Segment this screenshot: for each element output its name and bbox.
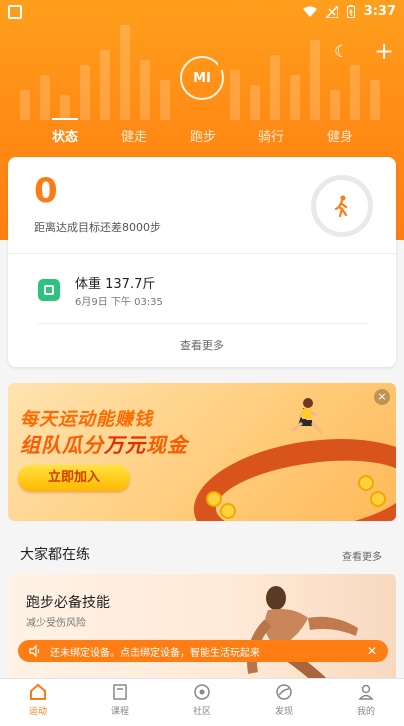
nav-sport[interactable]: 运动 bbox=[8, 683, 68, 717]
tab-walk[interactable]: 健走 bbox=[121, 126, 147, 145]
divider bbox=[38, 323, 368, 324]
course-icon bbox=[113, 684, 127, 700]
nav-discover[interactable]: 发现 bbox=[254, 683, 314, 717]
walking-icon bbox=[334, 195, 348, 217]
speaker-icon bbox=[29, 644, 40, 658]
signal-icon bbox=[325, 5, 338, 18]
join-now-button[interactable]: 立即加入 bbox=[18, 465, 130, 491]
divider bbox=[8, 253, 396, 254]
bind-device-toast[interactable]: 还未绑定设备。点击绑定设备，智能生活玩起来 ✕ bbox=[18, 640, 388, 662]
bottom-nav: 运动 课程 社区 发现 我的 bbox=[0, 678, 404, 726]
weight-value: 体重 137.7斤 bbox=[75, 277, 156, 292]
coin-icon bbox=[370, 491, 386, 507]
home-icon bbox=[30, 683, 46, 700]
coin-icon bbox=[358, 475, 374, 491]
close-icon[interactable]: × bbox=[374, 389, 390, 405]
section-title: 大家都在练 bbox=[20, 547, 90, 563]
section-more-link[interactable]: 查看更多 bbox=[342, 548, 382, 563]
profile-icon bbox=[358, 684, 374, 700]
nav-label: 我的 bbox=[356, 707, 375, 717]
practice-card[interactable]: 跑步必备技能 减少受伤风险 bbox=[8, 574, 396, 694]
practice-card-subtitle: 减少受伤风险 bbox=[26, 618, 86, 629]
nav-label: 运动 bbox=[28, 707, 47, 717]
wifi-icon bbox=[302, 6, 317, 17]
status-card[interactable]: 0 距离达成目标还差8000步 体重 137.7斤 6月9日 下午 03:35 … bbox=[8, 157, 396, 367]
nav-community[interactable]: 社区 bbox=[172, 683, 232, 717]
discover-icon bbox=[276, 684, 292, 700]
add-icon[interactable]: + bbox=[374, 38, 394, 64]
step-count: 0 bbox=[34, 171, 58, 211]
nav-label: 发现 bbox=[274, 707, 293, 717]
status-bar: 3:37 bbox=[0, 0, 404, 26]
banner-subheadline: 组队瓜分万元现金 bbox=[20, 433, 188, 457]
step-progress-ring[interactable] bbox=[311, 175, 373, 237]
tab-indicator bbox=[52, 118, 78, 120]
nav-profile[interactable]: 我的 bbox=[336, 683, 396, 717]
runner-illustration bbox=[291, 398, 324, 435]
notification-icon bbox=[8, 5, 22, 19]
mi-logo[interactable]: MI bbox=[180, 56, 226, 100]
community-icon bbox=[194, 684, 210, 700]
athlete-image bbox=[247, 586, 358, 693]
close-icon[interactable]: ✕ bbox=[362, 644, 382, 658]
nav-label: 课程 bbox=[110, 707, 129, 717]
weight-timestamp: 6月9日 下午 03:35 bbox=[75, 297, 163, 308]
weight-scale-icon bbox=[38, 279, 60, 301]
promo-banner[interactable]: 每天运动能赚钱 组队瓜分万元现金 立即加入 × bbox=[8, 383, 396, 521]
tab-status[interactable]: 状态 bbox=[52, 126, 78, 145]
coin-icon bbox=[206, 491, 222, 507]
moon-icon[interactable]: ☾ bbox=[334, 43, 352, 61]
nav-label: 社区 bbox=[192, 707, 211, 717]
tab-fitness[interactable]: 健身 bbox=[327, 126, 353, 145]
banner-headline: 每天运动能赚钱 bbox=[20, 409, 153, 430]
sport-tabs: 状态 健走 跑步 骑行 健身 bbox=[0, 126, 404, 150]
toast-message: 还未绑定设备。点击绑定设备，智能生活玩起来 bbox=[50, 647, 260, 659]
nav-course[interactable]: 课程 bbox=[90, 683, 150, 717]
view-more-link[interactable]: 查看更多 bbox=[8, 337, 396, 353]
clock: 3:37 bbox=[363, 4, 396, 19]
tab-run[interactable]: 跑步 bbox=[190, 126, 216, 145]
tab-cycle[interactable]: 骑行 bbox=[258, 126, 284, 145]
practice-card-title: 跑步必备技能 bbox=[26, 595, 110, 611]
goal-remaining: 距离达成目标还差8000步 bbox=[34, 221, 161, 234]
coin-icon bbox=[220, 503, 236, 519]
battery-icon bbox=[346, 5, 355, 18]
